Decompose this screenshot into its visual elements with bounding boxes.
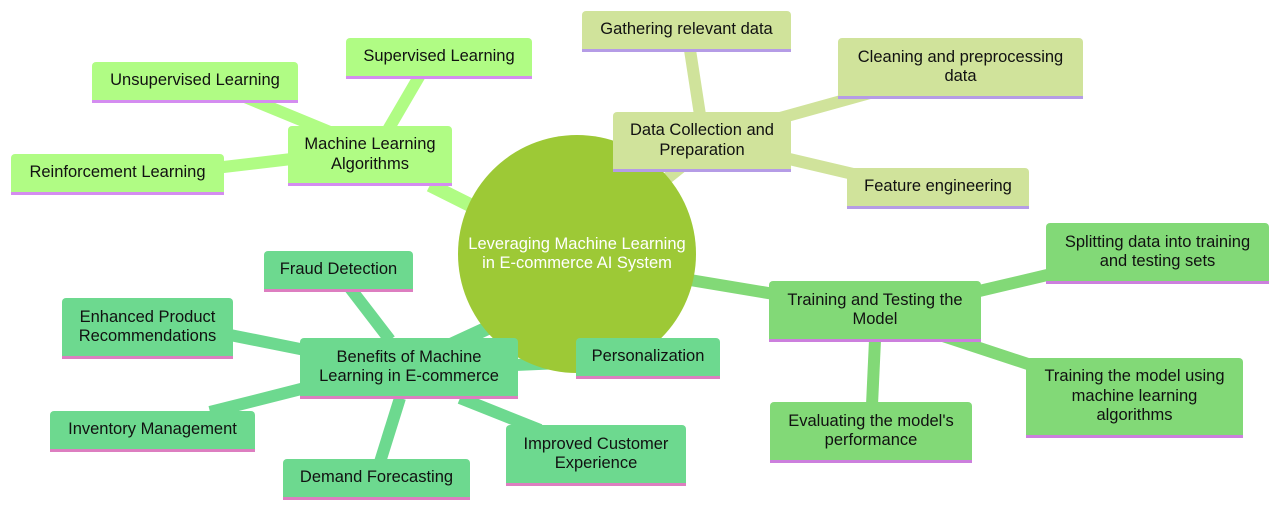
leaf-label: Improved Customer Experience xyxy=(523,434,669,473)
leaf-node-cleaning[interactable]: Cleaning and preprocessing data xyxy=(838,38,1083,99)
leaf-label: Inventory Management xyxy=(68,420,237,439)
leaf-label: Unsupervised Learning xyxy=(110,71,280,90)
branch-label: Data Collection and Preparation xyxy=(629,121,774,159)
leaf-label: Gathering relevant data xyxy=(600,20,773,39)
leaf-label: Training the model using machine learnin… xyxy=(1044,367,1225,425)
branch-label: Training and Testing the Model xyxy=(787,290,963,329)
leaf-node-supervised[interactable]: Supervised Learning xyxy=(346,38,532,79)
leaf-node-feature[interactable]: Feature engineering xyxy=(847,168,1029,209)
leaf-label: Enhanced Product Recommendations xyxy=(78,307,217,346)
leaf-node-splitting[interactable]: Splitting data into training and testing… xyxy=(1046,223,1269,284)
leaf-label: Personalization xyxy=(591,347,705,366)
root-label: Leveraging Machine Learning in E-commerc… xyxy=(468,234,686,273)
branch-node-tt[interactable]: Training and Testing the Model xyxy=(769,281,981,342)
edge-bn-fraud xyxy=(345,284,395,344)
edge-bn-demand xyxy=(374,396,406,464)
leaf-label: Demand Forecasting xyxy=(299,468,454,487)
leaf-node-unsupervised[interactable]: Unsupervised Learning xyxy=(92,62,298,103)
leaf-label: Fraud Detection xyxy=(279,260,398,279)
edge-bn-enhanced xyxy=(228,329,307,356)
edge-dc-gathering xyxy=(684,49,706,116)
edge-root-ml xyxy=(426,178,474,212)
leaf-label: Cleaning and preprocessing data xyxy=(857,47,1064,86)
branch-node-bn[interactable]: Benefits of Machine Learning in E-commer… xyxy=(300,338,518,399)
leaf-node-inventory[interactable]: Inventory Management xyxy=(50,411,255,452)
leaf-node-improved-cx[interactable]: Improved Customer Experience xyxy=(506,425,686,486)
leaf-node-demand[interactable]: Demand Forecasting xyxy=(283,459,470,500)
branch-node-dc[interactable]: Data Collection and Preparation xyxy=(613,112,791,172)
branch-node-ml[interactable]: Machine Learning Algorithms xyxy=(288,126,452,186)
branch-label: Benefits of Machine Learning in E-commer… xyxy=(319,347,499,386)
leaf-node-gathering[interactable]: Gathering relevant data xyxy=(582,11,791,52)
leaf-node-training[interactable]: Training the model using machine learnin… xyxy=(1026,358,1243,438)
edge-tt-evaluating xyxy=(866,339,881,406)
leaf-label: Reinforcement Learning xyxy=(29,163,206,182)
edge-bn-inventory xyxy=(208,382,307,418)
leaf-label: Evaluating the model's performance xyxy=(788,411,954,450)
leaf-label: Feature engineering xyxy=(864,177,1012,196)
leaf-node-recommendations[interactable]: Enhanced Product Recommendations xyxy=(62,298,233,359)
leaf-label: Supervised Learning xyxy=(363,47,515,66)
leaf-node-reinforcement[interactable]: Reinforcement Learning xyxy=(11,154,224,195)
edge-root-tt xyxy=(689,274,781,301)
leaf-label: Splitting data into training and testing… xyxy=(1064,232,1251,271)
leaf-node-fraud[interactable]: Fraud Detection xyxy=(264,251,413,292)
leaf-node-personalization[interactable]: Personalization xyxy=(576,338,720,379)
leaf-node-evaluating[interactable]: Evaluating the model's performance xyxy=(770,402,972,463)
branch-label: Machine Learning Algorithms xyxy=(304,135,436,173)
